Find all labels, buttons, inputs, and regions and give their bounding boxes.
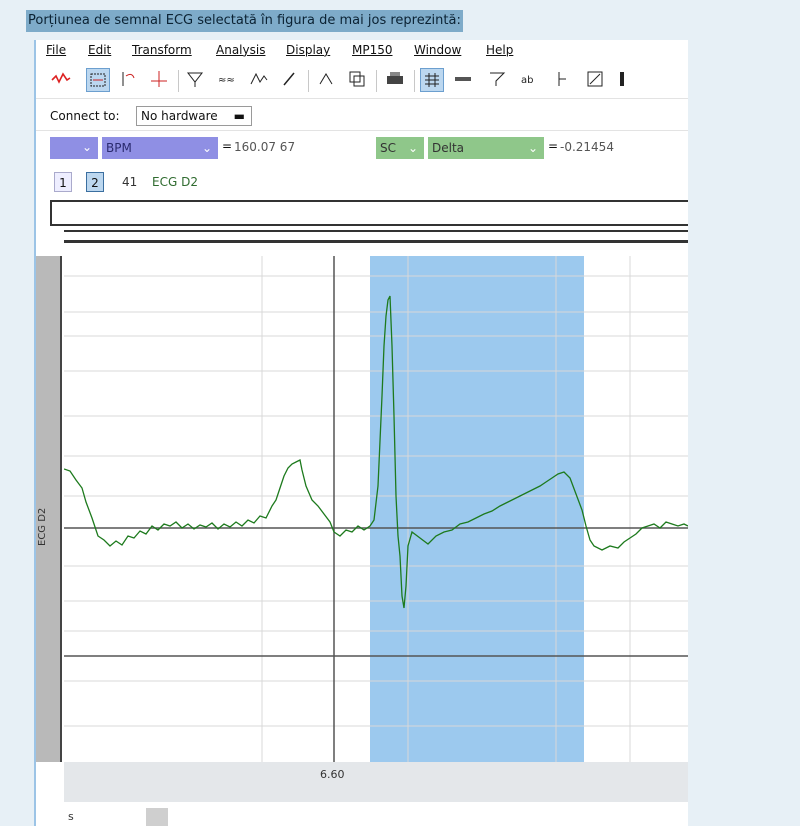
chevron-down-icon: ⌄ (81, 140, 92, 154)
scroll-icon[interactable] (452, 68, 476, 92)
measure1-function-select[interactable]: BPM ⌄ (102, 137, 218, 159)
pen-icon[interactable] (278, 68, 302, 92)
menu-window[interactable]: Window (414, 43, 461, 57)
chevron-down-icon: ⌄ (407, 141, 418, 155)
measure2-channel-select[interactable]: SC ⌄ (376, 137, 424, 159)
question-text: Porțiunea de semnal ECG selectată în fig… (26, 10, 463, 32)
grid-icon[interactable] (420, 68, 444, 92)
menu-analysis[interactable]: Analysis (216, 43, 265, 57)
acqknowledge-window: File Edit Transform Analysis Display MP1… (34, 40, 688, 826)
menu-display[interactable]: Display (286, 43, 330, 57)
zoom-icon[interactable] (86, 68, 110, 92)
ecg-graph[interactable] (64, 256, 688, 762)
cursor-icon[interactable] (148, 68, 172, 92)
measure1-value: 160.07 67 (234, 140, 296, 154)
horizontal-scrollbar[interactable]: s (64, 806, 688, 826)
filter-icon[interactable] (184, 68, 208, 92)
measure2-function-select[interactable]: Delta ⌄ (428, 137, 544, 159)
channel-bar: 1 2 41 ECG D2 (36, 168, 688, 196)
chevron-down-icon: ⌄ (201, 141, 212, 155)
svg-text:≈≈: ≈≈ (218, 75, 235, 86)
y-axis-label: ECG D2 (37, 507, 48, 546)
measure1-equals: = (222, 139, 233, 153)
scrollbar-thumb[interactable] (146, 808, 168, 826)
measure2-function: Delta (432, 141, 465, 155)
peak-icon[interactable] (248, 68, 272, 92)
svg-text:ab: ab (521, 75, 533, 86)
menu-help[interactable]: Help (486, 43, 513, 57)
divider (64, 230, 688, 232)
selection-region (370, 256, 584, 762)
journal-input[interactable] (50, 200, 688, 226)
red-waveform-icon[interactable] (50, 68, 74, 92)
marker-icon[interactable]: ab (518, 68, 542, 92)
menu-bar: File Edit Transform Analysis Display MP1… (36, 40, 688, 62)
menu-mp150[interactable]: MP150 (352, 43, 393, 57)
overlap-icon[interactable] (346, 68, 370, 92)
measure2-channel: SC (380, 141, 396, 155)
channel-button-1[interactable]: 1 (54, 172, 72, 192)
hardware-select[interactable]: No hardware ▬ (136, 106, 252, 126)
select-icon[interactable] (118, 68, 142, 92)
dropdown-arrow-icon: ▬ (233, 109, 245, 123)
divider (64, 240, 688, 243)
autoscale-icon[interactable] (316, 68, 340, 92)
measure2-value: -0.21454 (560, 140, 614, 154)
arrow-icon[interactable] (550, 68, 574, 92)
measurement-bar: ⌄ BPM ⌄ = 160.07 67 SC ⌄ Delta ⌄ = -0.21… (36, 134, 688, 164)
x-axis: 6.60 (64, 762, 688, 802)
x-unit-label: s (68, 810, 74, 823)
scale-icon[interactable] (486, 68, 510, 92)
resample-icon[interactable]: ≈≈ (216, 68, 240, 92)
window-icon[interactable] (584, 68, 608, 92)
hardware-value: No hardware (141, 109, 218, 123)
x-tick-label: 6.60 (320, 768, 345, 781)
overflow-icon[interactable] (618, 68, 642, 92)
toolbar: ≈≈ ab (36, 64, 688, 99)
channel-button-2[interactable]: 2 (86, 172, 104, 192)
connect-bar: Connect to: No hardware ▬ (36, 104, 688, 131)
measure2-equals: = (548, 139, 559, 153)
menu-file[interactable]: File (46, 43, 66, 57)
menu-edit[interactable]: Edit (88, 43, 111, 57)
connect-label: Connect to: (50, 109, 120, 123)
channel-number: 41 (122, 175, 138, 189)
measure1-channel-select[interactable]: ⌄ (50, 137, 98, 159)
channel-label-strip: ECG D2 (36, 256, 62, 762)
menu-transform[interactable]: Transform (132, 43, 192, 57)
chevron-down-icon: ⌄ (527, 141, 538, 155)
channel-name: ECG D2 (152, 175, 198, 189)
print-icon[interactable] (384, 68, 408, 92)
measure1-function: BPM (106, 141, 132, 155)
